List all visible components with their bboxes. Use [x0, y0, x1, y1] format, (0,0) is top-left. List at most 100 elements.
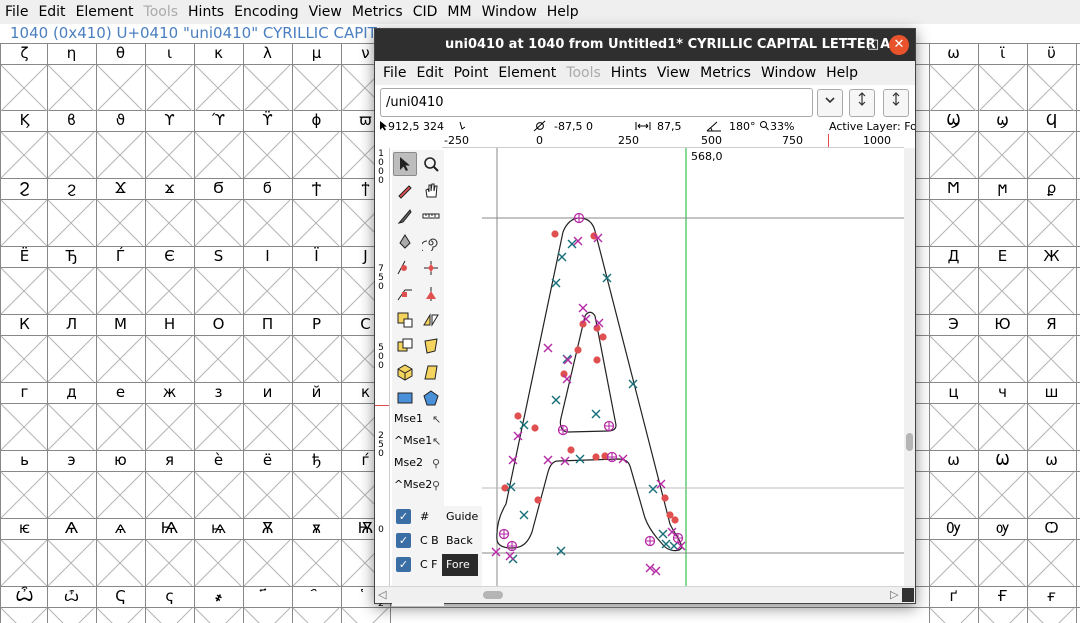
glyph-cell-label[interactable]: ϩ: [47, 178, 96, 198]
glyph-cell-label[interactable]: ѧ: [96, 518, 145, 538]
empty-glyph-cross-icon[interactable]: [146, 132, 195, 178]
empty-glyph-cross-icon[interactable]: [1, 540, 50, 586]
glyph-cell-label[interactable]: ч: [978, 382, 1027, 402]
hv-curve-point-tool-icon[interactable]: [419, 256, 443, 280]
empty-glyph-cross-icon[interactable]: [1028, 132, 1077, 178]
empty-glyph-cross-icon[interactable]: [979, 540, 1028, 586]
empty-glyph-cross-icon[interactable]: [930, 336, 979, 382]
glyph-cell-label[interactable]: ь: [0, 450, 49, 470]
polygon-tool-icon[interactable]: [419, 386, 443, 410]
empty-glyph-cross-icon[interactable]: [930, 268, 979, 314]
layer-row-fore[interactable]: ✓ C F Fore: [392, 554, 482, 576]
glyph-cell-label[interactable]: Р: [292, 314, 341, 334]
empty-glyph-cross-icon[interactable]: [48, 608, 97, 623]
scroll-right-icon[interactable]: ▷: [890, 588, 898, 601]
empty-glyph-cross-icon[interactable]: [195, 336, 244, 382]
glyph-window-menu-metrics[interactable]: Metrics: [695, 61, 756, 85]
glyph-cell-label[interactable]: ϒ: [145, 110, 194, 130]
empty-glyph-cross-icon[interactable]: [97, 472, 146, 518]
empty-glyph-cross-icon[interactable]: [979, 336, 1028, 382]
empty-glyph-cross-icon[interactable]: [1028, 608, 1077, 623]
close-icon[interactable]: ✕: [889, 35, 909, 55]
glyph-cell-label[interactable]: μ: [292, 43, 341, 63]
glyph-cell-label[interactable]: Н: [145, 314, 194, 334]
empty-glyph-cross-icon[interactable]: [195, 132, 244, 178]
empty-glyph-cross-icon[interactable]: [1028, 472, 1077, 518]
empty-glyph-cross-icon[interactable]: [930, 200, 979, 246]
spiro-tool-icon[interactable]: [419, 230, 443, 254]
empty-glyph-cross-icon[interactable]: [1028, 336, 1077, 382]
glyph-cell-label[interactable]: ю: [96, 450, 145, 470]
fontview-menu-encoding[interactable]: Encoding: [229, 0, 304, 24]
fontview-menu-element[interactable]: Element: [71, 0, 139, 24]
glyph-window-menu-hints[interactable]: Hints: [606, 61, 652, 85]
glyph-cell-label[interactable]: ҂: [194, 586, 243, 606]
empty-glyph-cross-icon[interactable]: [979, 608, 1028, 623]
fontview-menu-file[interactable]: File: [0, 0, 33, 24]
glyph-cell-label[interactable]: з: [194, 382, 243, 402]
glyph-cell-label[interactable]: ҃: [243, 586, 292, 606]
glyph-cell-label[interactable]: ϭ: [243, 178, 292, 198]
empty-glyph-cross-icon[interactable]: [146, 336, 195, 382]
glyph-cell-label[interactable]: ё: [243, 450, 292, 470]
glyph-cell-label[interactable]: ѡ: [1027, 450, 1076, 470]
empty-glyph-cross-icon[interactable]: [48, 404, 97, 450]
glyph-cell-label[interactable]: Ѹ: [929, 518, 978, 538]
glyph-cell-label[interactable]: ϐ: [47, 110, 96, 130]
hand-tool-icon[interactable]: [419, 178, 443, 202]
glyph-cell-label[interactable]: ϓ: [194, 110, 243, 130]
empty-glyph-cross-icon[interactable]: [1, 132, 50, 178]
glyph-cell-label[interactable]: М: [96, 314, 145, 334]
corner-point-tool-icon[interactable]: [393, 282, 417, 306]
empty-glyph-cross-icon[interactable]: [979, 268, 1028, 314]
glyph-window-menu-file[interactable]: File: [378, 61, 411, 85]
glyph-cell-label[interactable]: κ: [194, 43, 243, 63]
glyph-cell-label[interactable]: η: [47, 43, 96, 63]
glyph-cell-label[interactable]: ѥ: [0, 518, 49, 538]
pencil-tool-icon[interactable]: [393, 178, 417, 202]
empty-glyph-cross-icon[interactable]: [195, 472, 244, 518]
empty-glyph-cross-icon[interactable]: [293, 132, 342, 178]
fontview-menu-help[interactable]: Help: [542, 0, 584, 24]
glyph-cell-label[interactable]: ϕ: [292, 110, 341, 130]
glyph-cell-label[interactable]: ζ: [0, 43, 49, 63]
glyph-cell-label[interactable]: ϻ: [978, 178, 1027, 198]
empty-glyph-cross-icon[interactable]: [97, 404, 146, 450]
glyph-window-menu-help[interactable]: Help: [821, 61, 863, 85]
glyph-cell-label[interactable]: ϫ: [145, 178, 194, 198]
empty-glyph-cross-icon[interactable]: [244, 200, 293, 246]
maximize-icon[interactable]: □: [863, 35, 883, 55]
flip-tool-icon[interactable]: [419, 308, 443, 332]
glyph-cell-label[interactable]: й: [292, 382, 341, 402]
empty-glyph-cross-icon[interactable]: [293, 472, 342, 518]
glyph-window-titlebar[interactable]: uni0410 at 1040 from Untitled1* CYRILLIC…: [375, 29, 915, 61]
glyph-name-field[interactable]: /uni0410: [380, 88, 813, 117]
empty-glyph-cross-icon[interactable]: [97, 132, 146, 178]
empty-glyph-cross-icon[interactable]: [930, 404, 979, 450]
empty-glyph-cross-icon[interactable]: [1028, 65, 1077, 111]
layer-visible-checkbox[interactable]: ✓: [396, 509, 411, 524]
empty-glyph-cross-icon[interactable]: [1, 200, 50, 246]
empty-glyph-cross-icon[interactable]: [1, 404, 50, 450]
empty-glyph-cross-icon[interactable]: [342, 608, 391, 623]
glyph-cell-label[interactable]: э: [47, 450, 96, 470]
glyph-cell-label[interactable]: Ϩ: [0, 178, 49, 198]
glyph-cell-label[interactable]: ϊ: [978, 43, 1027, 63]
empty-glyph-cross-icon[interactable]: [244, 132, 293, 178]
glyph-cell-label[interactable]: Е: [978, 246, 1027, 266]
minimize-icon[interactable]: –: [839, 35, 859, 55]
glyph-cell-label[interactable]: Ѻ: [1027, 518, 1076, 538]
glyph-cell-label[interactable]: Ϯ: [292, 178, 341, 198]
glyph-cell-label[interactable]: Ϻ: [929, 178, 978, 198]
empty-glyph-cross-icon[interactable]: [195, 200, 244, 246]
fontview-menu-metrics[interactable]: Metrics: [347, 0, 408, 24]
fontview-menu-window[interactable]: Window: [477, 0, 542, 24]
layer-visible-checkbox[interactable]: ✓: [396, 533, 411, 548]
glyph-cell-label[interactable]: ѽ: [47, 586, 96, 606]
glyph-cell-label[interactable]: Ϥ: [1027, 110, 1076, 130]
empty-glyph-cross-icon[interactable]: [930, 472, 979, 518]
glyph-cell-label[interactable]: О: [194, 314, 243, 334]
empty-glyph-cross-icon[interactable]: [1, 268, 50, 314]
empty-glyph-cross-icon[interactable]: [97, 268, 146, 314]
empty-glyph-cross-icon[interactable]: [930, 65, 979, 111]
